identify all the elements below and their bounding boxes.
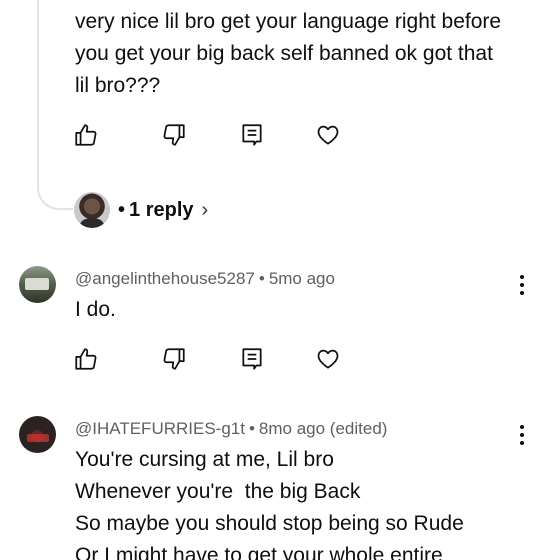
view-replies-button[interactable]: • 1 reply › — [118, 199, 208, 222]
heart-icon[interactable] — [308, 341, 348, 377]
comment-line: I do. — [75, 298, 116, 321]
comment-action-bar — [66, 341, 366, 377]
comment-author[interactable]: @angelinthehouse5287 — [75, 269, 255, 288]
comment-line: very nice lil bro get your language righ… — [75, 10, 502, 33]
thread-connector — [37, 0, 73, 210]
thumbs-down-icon[interactable] — [154, 117, 194, 153]
avatar[interactable] — [19, 416, 56, 453]
reply-comment-icon[interactable] — [232, 341, 272, 377]
more-vertical-icon[interactable] — [512, 421, 532, 449]
comment-meta: @IHATEFURRIES-g1t • 8mo ago (edited) — [75, 419, 387, 439]
parent-comment-text: very nice lil bro get your language righ… — [75, 0, 501, 102]
separator-dot: • — [258, 269, 265, 288]
avatar[interactable] — [19, 266, 56, 303]
replies-count-label: 1 reply — [129, 198, 194, 221]
comment-author[interactable]: @IHATEFURRIES-g1t — [75, 419, 245, 438]
comment-line: Or I might have to get your whole entire — [75, 544, 443, 560]
thumbs-down-icon[interactable] — [154, 341, 194, 377]
comment-line: you get your big back self banned ok got… — [75, 42, 493, 65]
thumbs-up-icon[interactable] — [66, 117, 106, 153]
comment-text: I do. — [75, 294, 116, 326]
separator-dot: • — [248, 419, 255, 438]
comment-time: 5mo ago — [268, 269, 335, 288]
thumbs-up-icon[interactable] — [66, 341, 106, 377]
reply-comment-icon[interactable] — [232, 117, 272, 153]
comments-thread: very nice lil bro get your language righ… — [0, 0, 560, 560]
replies-row: • 1 reply › — [74, 190, 208, 230]
comment-line: Whenever you're the big Back — [75, 480, 361, 503]
avatar — [74, 192, 110, 228]
comment-text: You're cursing at me, Lil bro Whenever y… — [75, 444, 464, 560]
more-vertical-icon[interactable] — [512, 271, 532, 299]
comment-line: You're cursing at me, Lil bro — [75, 448, 334, 471]
comment-line: So maybe you should stop being so Rude — [75, 512, 464, 535]
heart-icon[interactable] — [308, 117, 348, 153]
separator-dot: • — [118, 198, 126, 221]
chevron-right-icon: › — [201, 198, 209, 221]
comment-time: 8mo ago (edited) — [258, 419, 388, 438]
comment-meta: @angelinthehouse5287 • 5mo ago — [75, 269, 335, 289]
parent-action-bar — [66, 117, 366, 153]
comment-line: lil bro??? — [75, 74, 161, 97]
